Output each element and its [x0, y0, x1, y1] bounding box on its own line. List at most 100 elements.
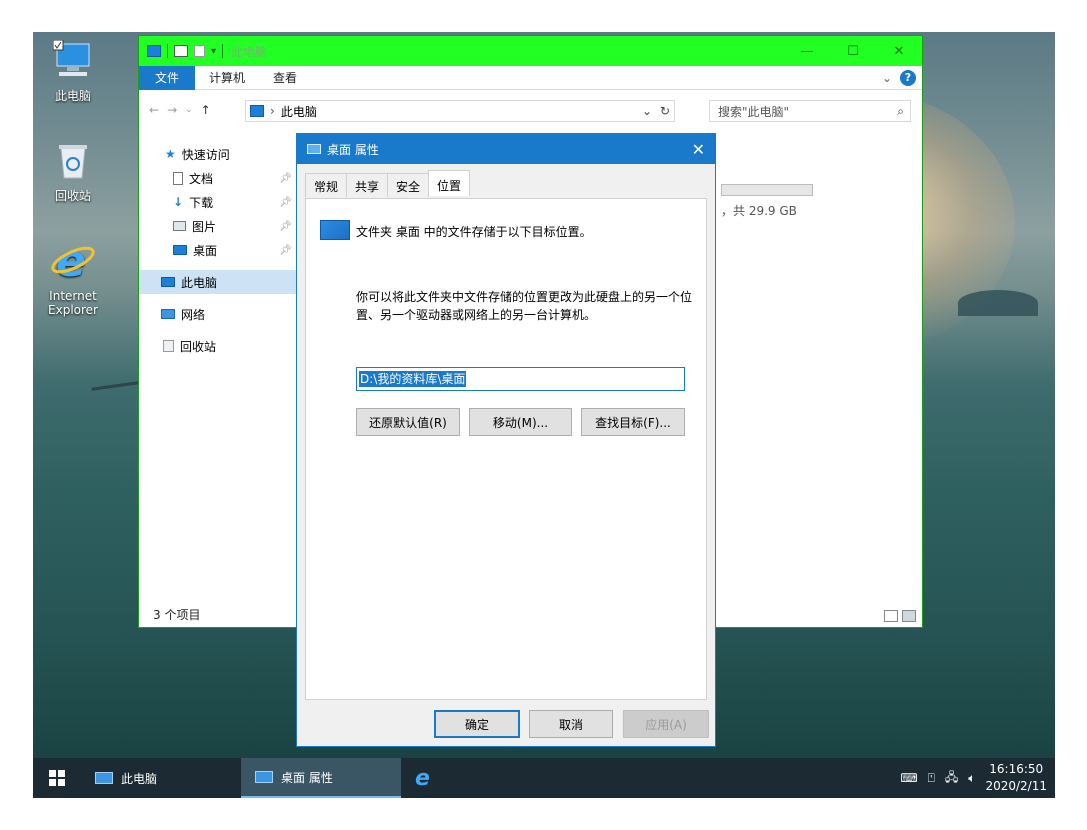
nav-pictures[interactable]: 图片 📌︎: [139, 214, 296, 238]
computer-icon: [250, 105, 264, 117]
nav-this-pc[interactable]: 此电脑: [139, 270, 296, 294]
tab-view[interactable]: 查看: [259, 69, 311, 86]
keyboard-icon[interactable]: ⌨: [900, 771, 917, 785]
nav-downloads[interactable]: ↓ 下载 📌︎: [139, 190, 296, 214]
search-icon: ⌕: [897, 103, 904, 118]
forward-button[interactable]: →: [167, 103, 177, 117]
restore-default-button[interactable]: 还原默认值(R): [356, 408, 460, 436]
nav-recycle-bin[interactable]: 回收站: [139, 334, 296, 358]
ribbon-tabs: 文件 计算机 查看 ⌄ ?: [139, 65, 922, 90]
move-button[interactable]: 移动(M)...: [469, 408, 572, 436]
location-heading: 文件夹 桌面 中的文件存储于以下目标位置。: [356, 225, 592, 239]
pin-icon[interactable]: 📌︎: [279, 173, 292, 184]
internet-explorer-icon: e: [33, 236, 113, 287]
maximize-button[interactable]: ☐: [830, 36, 876, 66]
minimize-button[interactable]: —: [784, 36, 830, 66]
tab-general[interactable]: 常规: [305, 173, 348, 197]
nav-label: 回收站: [180, 339, 217, 354]
computer-icon: [33, 39, 113, 83]
search-placeholder: 搜索"此电脑": [718, 104, 790, 119]
nav-label: 快速访问: [181, 147, 230, 162]
picture-icon: [173, 221, 186, 231]
refresh-icon[interactable]: ↻: [660, 104, 670, 118]
computer-icon: [161, 277, 175, 287]
desktop-icon-this-pc[interactable]: 此电脑: [33, 39, 113, 104]
find-target-button[interactable]: 查找目标(F)...: [581, 408, 685, 436]
taskbar: 此电脑 桌面 属性 e ⌨ ⍞ 🖧︎ 🔈︎ 16:16:50 2020/2/11: [33, 758, 1055, 798]
dialog-titlebar[interactable]: 桌面 属性 ✕: [297, 134, 715, 164]
folder-icon: [255, 771, 273, 783]
cancel-button[interactable]: 取消: [529, 710, 613, 738]
computer-icon: [95, 772, 113, 784]
system-tray: ⌨ ⍞ 🖧︎ 🔈︎ 16:16:50 2020/2/11: [900, 758, 1047, 798]
clock-time: 16:16:50: [989, 762, 1044, 776]
expand-ribbon-icon[interactable]: ⌄: [882, 71, 892, 85]
dialog-title: 桌面 属性: [327, 142, 379, 157]
location-panel: 文件夹 桌面 中的文件存储于以下目标位置。 你可以将此文件夹中文件存储的位置更改…: [305, 198, 707, 700]
taskbar-item-properties[interactable]: 桌面 属性: [241, 758, 401, 798]
recent-locations-icon[interactable]: ⌄: [185, 105, 193, 115]
location-path-input[interactable]: D:\我的资料库\桌面: [356, 367, 685, 391]
network-icon: [161, 309, 175, 319]
address-bar[interactable]: › 此电脑 ⌄ ↻: [245, 100, 675, 122]
close-icon[interactable]: ✕: [692, 140, 705, 159]
help-icon[interactable]: ?: [900, 69, 916, 86]
taskbar-item-ie[interactable]: e: [401, 758, 461, 798]
taskbar-item-explorer[interactable]: 此电脑: [81, 758, 241, 798]
explorer-titlebar[interactable]: ▾ 此电脑 — ☐ ✕: [139, 36, 922, 66]
windows-logo-icon: [49, 770, 65, 786]
recycle-bin-icon: [163, 340, 174, 352]
computer-icon: [147, 45, 161, 57]
clock-date: 2020/2/11: [985, 779, 1047, 793]
search-input[interactable]: 搜索"此电脑" ⌕: [709, 100, 911, 122]
desktop-icon-label: 回收站: [54, 189, 91, 203]
pin-icon[interactable]: 📌︎: [279, 197, 292, 208]
tab-security[interactable]: 安全: [387, 173, 430, 197]
explorer-title: 此电脑: [231, 44, 268, 59]
breadcrumb[interactable]: 此电脑: [281, 103, 317, 120]
desktop-icon: [173, 245, 187, 255]
tab-location[interactable]: 位置: [428, 170, 471, 196]
large-icons-view-icon[interactable]: [902, 610, 916, 622]
back-button[interactable]: ←: [149, 103, 159, 117]
start-button[interactable]: [33, 758, 81, 798]
nav-documents[interactable]: 文档 📌︎: [139, 166, 296, 190]
taskbar-item-label: 桌面 属性: [281, 770, 333, 785]
new-folder-icon[interactable]: [194, 45, 205, 57]
clock[interactable]: 16:16:50 2020/2/11: [985, 761, 1047, 795]
desktop-icon-ie[interactable]: e Internet Explorer: [33, 236, 113, 317]
up-button[interactable]: ↑: [201, 103, 211, 117]
volume-icon[interactable]: 🔈︎: [968, 771, 975, 786]
desktop-icon-recycle-bin[interactable]: 回收站: [33, 140, 113, 204]
separator: [167, 44, 168, 58]
nav-label: 桌面: [193, 243, 218, 258]
quick-access-dropdown-icon[interactable]: ▾: [211, 46, 216, 57]
navigation-pane: ★ 快速访问 文档 📌︎ ↓ 下载 📌︎ 图片 📌︎ 桌面 📌︎ 此电脑 网络 …: [139, 142, 296, 358]
tab-sharing[interactable]: 共享: [346, 173, 389, 197]
address-dropdown-icon[interactable]: ⌄: [642, 104, 652, 118]
nav-label: 此电脑: [181, 275, 218, 290]
desktop-icon-label: Internet Explorer: [48, 289, 98, 317]
pin-icon[interactable]: 📌︎: [279, 221, 292, 232]
apply-button[interactable]: 应用(A): [623, 710, 709, 738]
properties-icon[interactable]: [174, 45, 188, 57]
tab-file[interactable]: 文件: [139, 65, 195, 90]
folder-icon: [320, 220, 350, 240]
usb-icon[interactable]: ⍞: [928, 771, 935, 786]
close-button[interactable]: ✕: [876, 36, 922, 66]
nav-label: 文档: [189, 171, 214, 186]
star-icon: ★: [165, 147, 176, 161]
details-view-icon[interactable]: [884, 610, 898, 622]
recycle-bin-icon: [33, 140, 113, 183]
nav-desktop[interactable]: 桌面 📌︎: [139, 238, 296, 262]
separator: [222, 44, 224, 58]
ok-button[interactable]: 确定: [434, 710, 520, 738]
nav-network[interactable]: 网络: [139, 302, 296, 326]
nav-quick-access[interactable]: ★ 快速访问: [139, 142, 296, 166]
network-icon[interactable]: 🖧︎: [945, 768, 958, 789]
pin-icon[interactable]: 📌︎: [279, 245, 292, 256]
nav-label: 下载: [189, 195, 214, 210]
wallpaper-island: [958, 290, 1038, 316]
tab-computer[interactable]: 计算机: [195, 69, 259, 86]
nav-label: 图片: [192, 219, 217, 234]
